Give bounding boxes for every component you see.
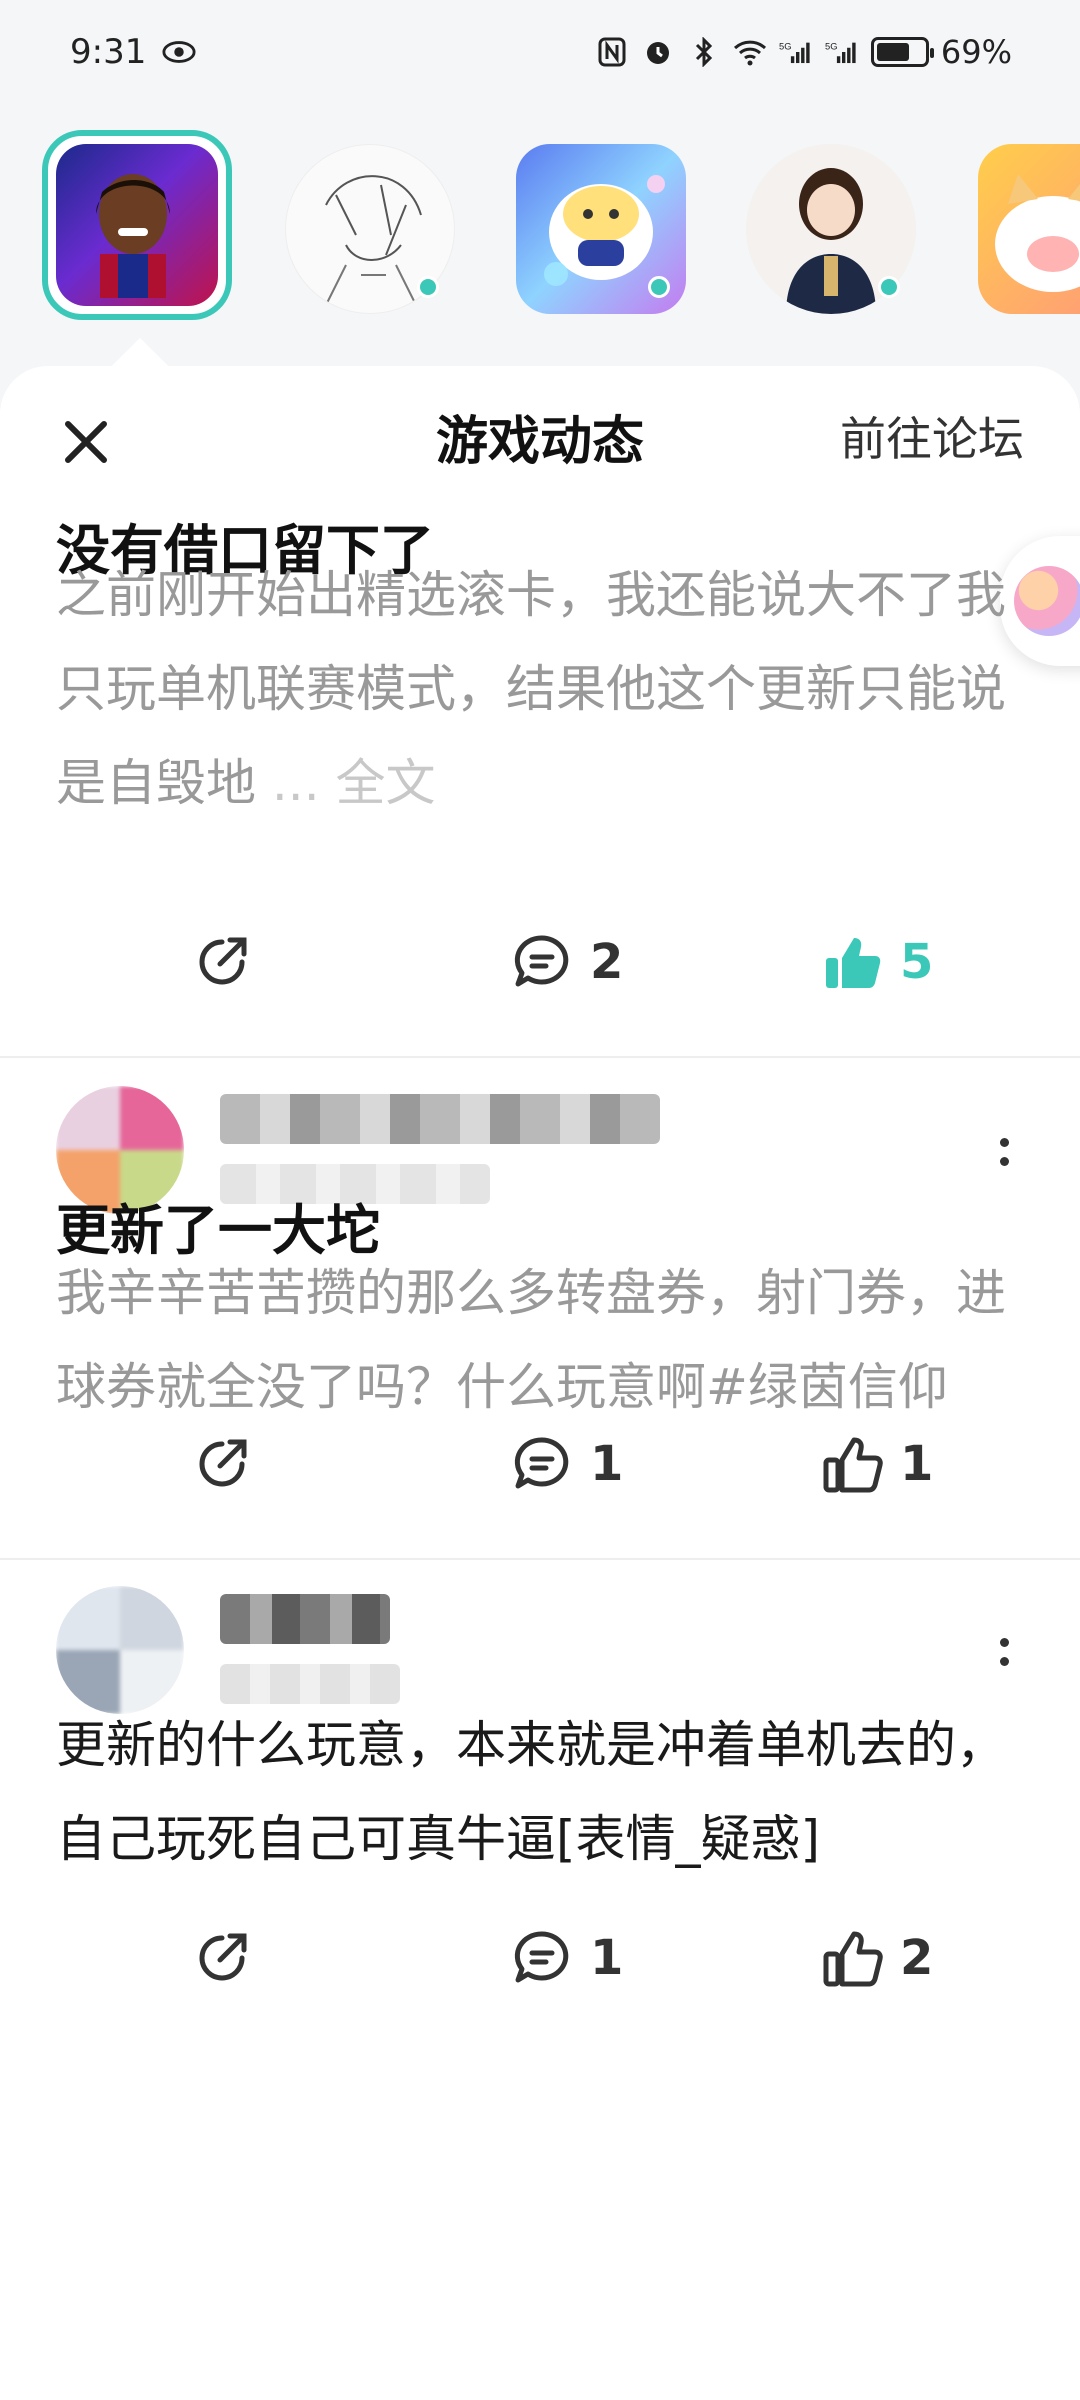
share-button[interactable] (190, 930, 254, 994)
author-name-redacted (220, 1094, 660, 1144)
status-bar: 9:31 5G 5G 69% (0, 0, 1080, 104)
svg-text:5G: 5G (779, 41, 791, 51)
comment-icon (514, 1437, 569, 1489)
game-avatar-5[interactable] (978, 144, 1080, 314)
game-avatar-4[interactable] (746, 144, 916, 314)
post-divider (0, 1558, 1080, 1560)
bluetooth-icon (687, 35, 721, 69)
comment-icon (514, 935, 569, 987)
thumbs-up-icon (823, 1931, 883, 1987)
post-body: 之前刚开始出精选滚卡，我还能说大不了我只玩单机联赛模式，结果他这个更新只能说是自… (56, 548, 1024, 830)
share-button[interactable] (190, 1926, 254, 1990)
game-feed-sheet: 游戏动态 前往论坛 没有借口留下了 之前刚开始出精选滚卡，我还能说大不了我只玩单… (0, 366, 1080, 2400)
cartoon-animal-icon (995, 174, 1080, 292)
signal-5g-icon-1: 5G (779, 35, 813, 69)
comment-count: 1 (590, 1436, 624, 1492)
post-ellipsis: ... (271, 754, 320, 812)
post-actions: 1 1 (0, 1432, 1080, 1512)
more-options-button[interactable] (984, 1622, 1024, 1682)
post-body: 我辛辛苦苦攒的那么多转盘券，射门券，进球券就全没了吗？什么玩意啊#绿茵信仰 (56, 1264, 1006, 1416)
like-count: 5 (900, 934, 934, 990)
update-dot (648, 276, 670, 298)
comment-count: 1 (590, 1930, 624, 1986)
go-to-forum-link[interactable]: 前往论坛 (840, 403, 1024, 469)
full-text-link[interactable]: 全文 (336, 754, 436, 812)
like-count: 1 (900, 1436, 934, 1492)
post-actions: 2 5 (0, 930, 1080, 1010)
comment-button[interactable]: 1 (510, 1432, 623, 1496)
battery-percent: 69% (940, 33, 1012, 71)
post-actions: 1 2 (0, 1926, 1080, 2006)
like-button[interactable]: 5 (820, 930, 933, 994)
comment-button[interactable]: 1 (510, 1926, 623, 1990)
share-icon (199, 1933, 247, 1981)
update-dot (417, 276, 439, 298)
share-icon (199, 1439, 247, 1487)
update-dot (878, 276, 900, 298)
comment-button[interactable]: 2 (510, 930, 623, 994)
wifi-icon (733, 35, 767, 69)
author-name-redacted (220, 1594, 390, 1644)
more-dot (999, 1657, 1009, 1666)
nfc-icon (595, 35, 629, 69)
more-dot (999, 1138, 1009, 1147)
post-body-text: 之前刚开始出精选滚卡，我还能说大不了我只玩单机联赛模式，结果他这个更新只能说是自… (56, 566, 1006, 812)
comment-count: 2 (590, 934, 624, 990)
alarm-icon (641, 35, 675, 69)
game-avatar-3[interactable] (516, 144, 686, 314)
signal-5g-icon-2: 5G (825, 35, 859, 69)
game-switcher (0, 130, 1080, 330)
more-options-button[interactable] (984, 1122, 1024, 1182)
like-count: 2 (900, 1930, 934, 1986)
more-dot (999, 1638, 1009, 1647)
thumbs-up-icon (823, 1437, 883, 1493)
svg-text:5G: 5G (825, 41, 837, 51)
player-portrait-icon (96, 174, 170, 298)
like-button[interactable]: 2 (820, 1926, 933, 1990)
post-body: 更新的什么玩意，本来就是冲着单机去的，自己玩死自己可真牛逼[表情_疑惑] (56, 1716, 1006, 1868)
share-button[interactable] (190, 1432, 254, 1496)
game-avatar-selected[interactable] (42, 130, 232, 320)
like-button[interactable]: 1 (820, 1432, 933, 1496)
thumbs-up-filled-icon (826, 938, 881, 988)
more-dot (999, 1157, 1009, 1166)
status-time: 9:31 (70, 32, 147, 72)
battery-icon (870, 37, 934, 67)
eye-icon (162, 35, 196, 69)
author-avatar[interactable] (56, 1586, 184, 1714)
game-avatar-2[interactable] (285, 144, 455, 314)
sheet-header: 游戏动态 前往论坛 (0, 396, 1080, 476)
comment-icon (514, 1931, 569, 1983)
share-icon (199, 937, 247, 985)
post-divider (0, 1056, 1080, 1058)
